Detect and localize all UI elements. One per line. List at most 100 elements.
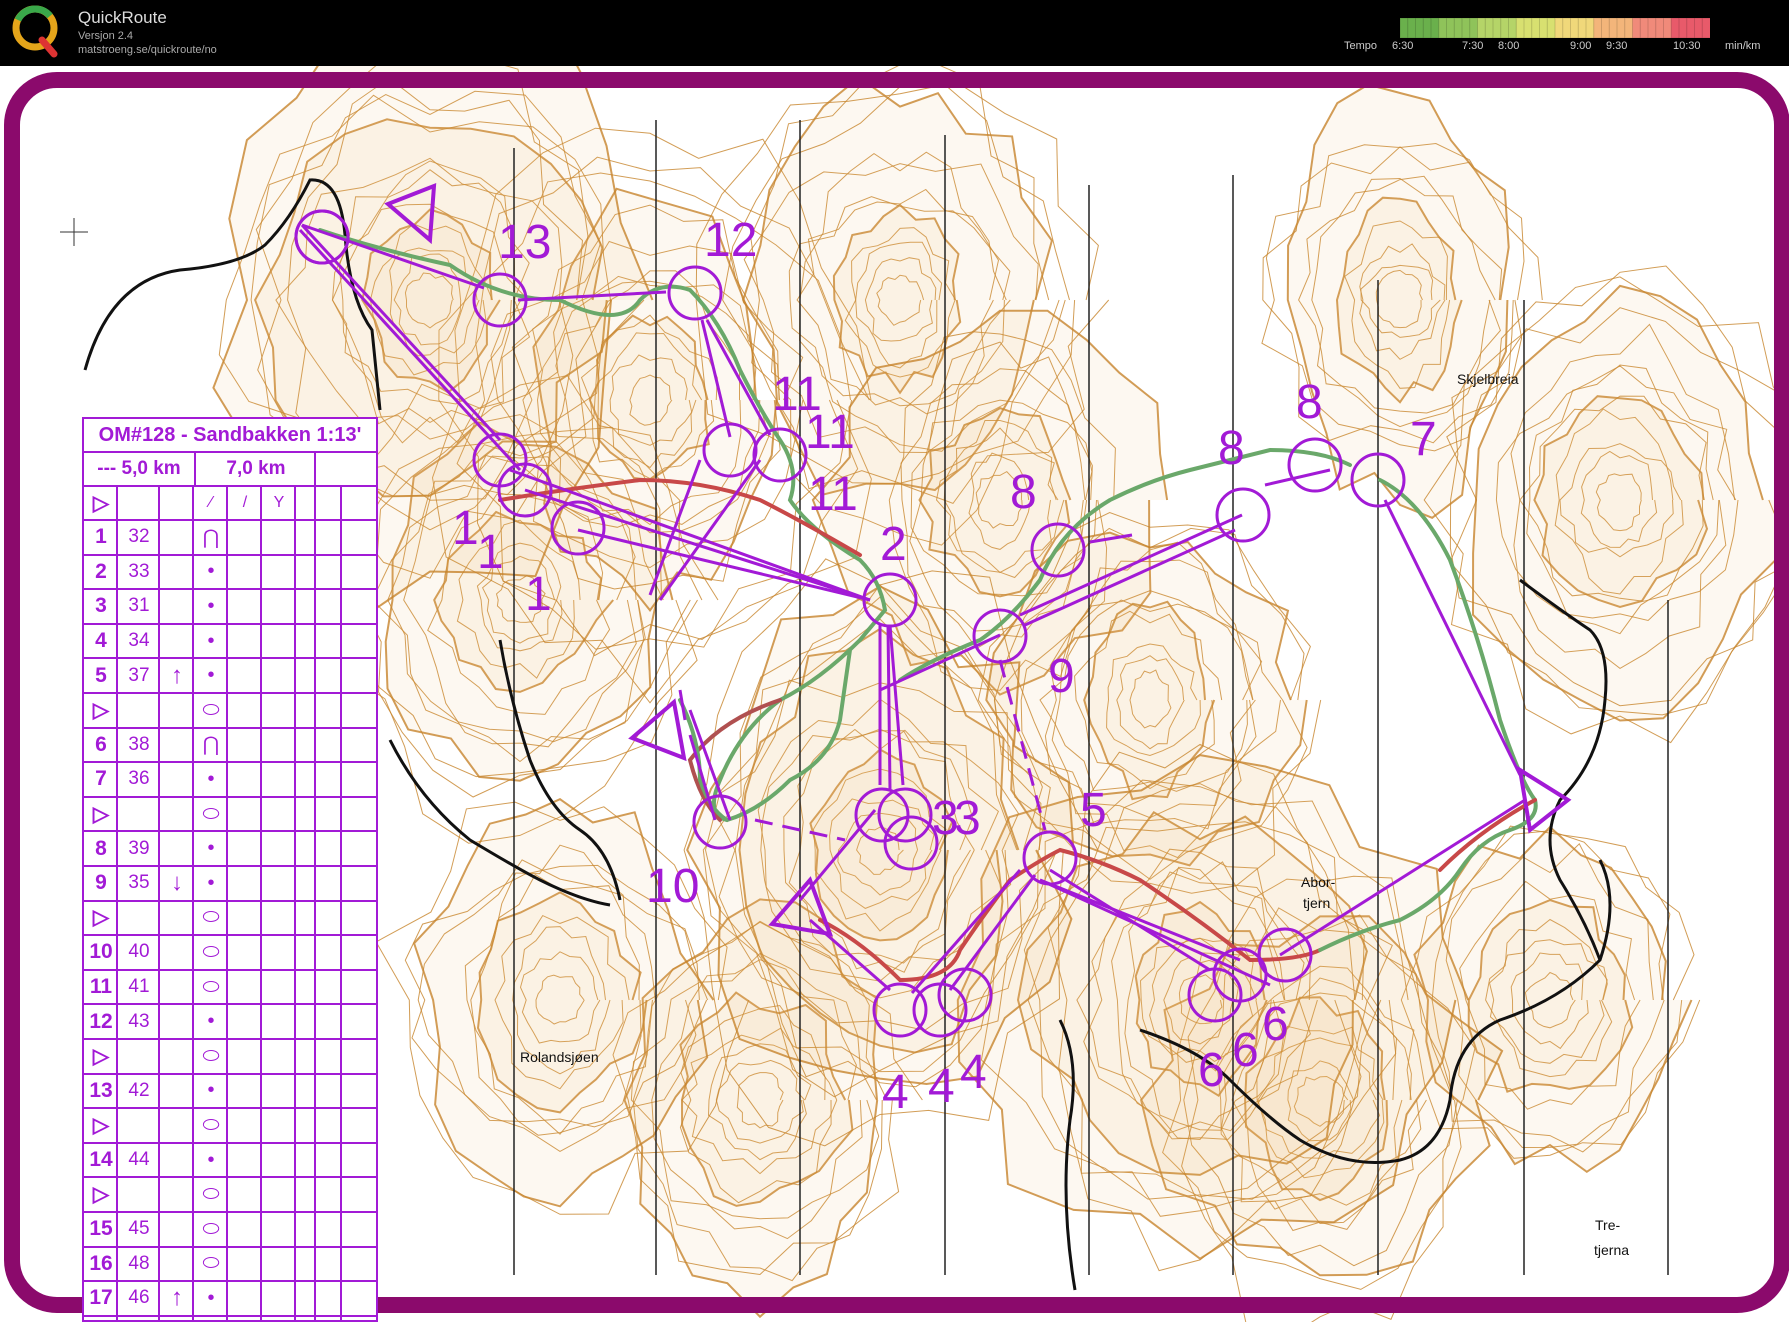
pace-scale-cell (1422, 18, 1432, 38)
control-number: 11 (805, 406, 855, 459)
place-tretjerna-2: tjerna (1594, 1242, 1629, 1258)
desc-cell-code: 35 (128, 872, 150, 894)
pace-scale-cell (1608, 18, 1618, 38)
grid-line (116, 487, 118, 1320)
pace-scale-cell (1415, 18, 1425, 38)
desc-cell-code: 40 (128, 941, 150, 963)
place-abortjern-2: tjern (1303, 895, 1330, 911)
desc-cell-code: 41 (128, 976, 150, 998)
control-number: 2 (880, 518, 907, 571)
control-description-row: 6 38 ⋂ (84, 729, 376, 764)
place-rolandsjoen: Rolandsjøen (520, 1049, 599, 1065)
control-description-row: 1 32 ⋂ (84, 521, 376, 556)
control-description-row: ▷ ⬭ (84, 798, 376, 833)
pace-scale-cell (1492, 18, 1502, 38)
desc-cell-sym: • (207, 837, 215, 860)
app-url[interactable]: matstroeng.se/quickroute/no (78, 44, 217, 56)
control-description-row: ▷ ⬭ (84, 694, 376, 729)
desc-cell-code: 43 (128, 1010, 150, 1032)
pace-tick: 8:00 (1498, 40, 1520, 52)
desc-cell-code: 38 (128, 733, 150, 755)
desc-cell-num: 8 (95, 836, 107, 860)
desc-cell-num: 5 (95, 663, 107, 687)
control-number: 8 (1296, 376, 1323, 429)
place-abortjern-1: Abor- (1301, 874, 1336, 890)
pace-tick: 6:30 (1392, 40, 1414, 52)
desc-cell-sym: ⬭ (202, 1044, 220, 1067)
desc-cell-sym: ⬭ (202, 1252, 220, 1275)
desc-cell-num: 11 (89, 975, 113, 999)
pace-scale-cell (1663, 18, 1673, 38)
desc-distance-row: --- 5,0 km 7,0 km (84, 453, 376, 487)
control-description-row: 12 43 • (84, 1005, 376, 1040)
control-description-row: ▷ ⬭ (84, 902, 376, 937)
pace-tick: 9:00 (1570, 40, 1592, 52)
desc-cell-num: ▷ (92, 698, 110, 722)
desc-cell-mod (160, 1144, 194, 1177)
desc-cell-mod (160, 694, 194, 727)
pace-scale-cell (1539, 18, 1549, 38)
desc-title: OM#128 - Sandbakken 1:13' (98, 423, 362, 446)
pace-scale-cell (1500, 18, 1510, 38)
pace-scale-cell (1632, 18, 1642, 38)
desc-cell-sym: • (207, 1010, 215, 1033)
control-number: 1 (525, 568, 552, 621)
pace-scale-cell (1461, 18, 1471, 38)
pace-scale-cell (1400, 18, 1409, 38)
desc-cell-code (118, 1178, 160, 1211)
desc-cell-sym: ⬭ (202, 1113, 220, 1136)
desc-cell-sym: ⬭ (202, 1183, 220, 1206)
desc-cell-sym: ⬭ (202, 940, 220, 963)
pace-color-scale (1400, 18, 1710, 38)
desc-cell-mod (160, 521, 194, 554)
pace-scale-cell (1593, 18, 1603, 38)
app-title: QuickRoute (78, 8, 167, 27)
control-description-row: 13 42 • (84, 1075, 376, 1110)
desc-cell-num: 12 (89, 1009, 113, 1033)
feature-diagonal-icon: ⁄ (209, 494, 213, 511)
control-description-row: ▷ ⬭ (84, 1109, 376, 1144)
desc-cell-num: 9 (95, 871, 107, 895)
desc-cell-code: 34 (128, 630, 150, 652)
pace-scale-cell (1407, 18, 1417, 38)
control-description-sheet: OM#128 - Sandbakken 1:13' --- 5,0 km 7,0… (82, 417, 378, 1322)
contour-lines (212, 66, 1789, 1322)
desc-cell-mod: ↓ (171, 869, 183, 897)
control-number: 6 (1262, 998, 1289, 1051)
pace-scale-cell (1577, 18, 1587, 38)
desc-cell-sym: • (207, 1148, 215, 1171)
desc-cell-code: 44 (128, 1149, 150, 1171)
control-number: 5 (1080, 784, 1107, 837)
desc-title-row: OM#128 - Sandbakken 1:13' (84, 419, 376, 453)
desc-cell-code (118, 1040, 160, 1073)
grid-line (260, 487, 262, 1320)
pace-scale-cell (1562, 18, 1572, 38)
pace-scale-cell (1531, 18, 1541, 38)
control-number: 4 (882, 1066, 909, 1119)
pace-scale-cell (1570, 18, 1580, 38)
desc-cell-num: ▷ (92, 906, 110, 930)
desc-cell-num: 1 (95, 525, 107, 549)
pace-scale-cell (1554, 18, 1564, 38)
desc-cell-sym: ⬭ (202, 975, 220, 998)
desc-cell-sym: ⬭ (202, 1217, 220, 1240)
control-description-row: 10 40 ⬭ (84, 936, 376, 971)
app-version: Versjon 2.4 (78, 30, 134, 42)
desc-cell-code (118, 694, 160, 727)
desc-cell-code: 32 (128, 526, 150, 548)
feature-slash-icon: / (242, 494, 248, 511)
desc-cell-num: 10 (89, 940, 113, 964)
control-circle[interactable] (1215, 487, 1271, 543)
desc-cell-code: 46 (128, 1287, 150, 1309)
desc-cell-mod (160, 1005, 194, 1038)
pace-scale-cell (1523, 18, 1533, 38)
grid-line (340, 487, 342, 1320)
pace-tick: 10:30 (1673, 40, 1701, 52)
control-description-row: 15 45 ⬭ (84, 1213, 376, 1248)
pace-tick: 9:30 (1606, 40, 1628, 52)
contour-line (1286, 83, 1510, 519)
desc-cell-code: 36 (128, 768, 150, 790)
desc-cell-sym: ⋂ (202, 526, 220, 549)
pace-tick: 7:30 (1462, 40, 1484, 52)
desc-cell-mod (160, 729, 194, 762)
